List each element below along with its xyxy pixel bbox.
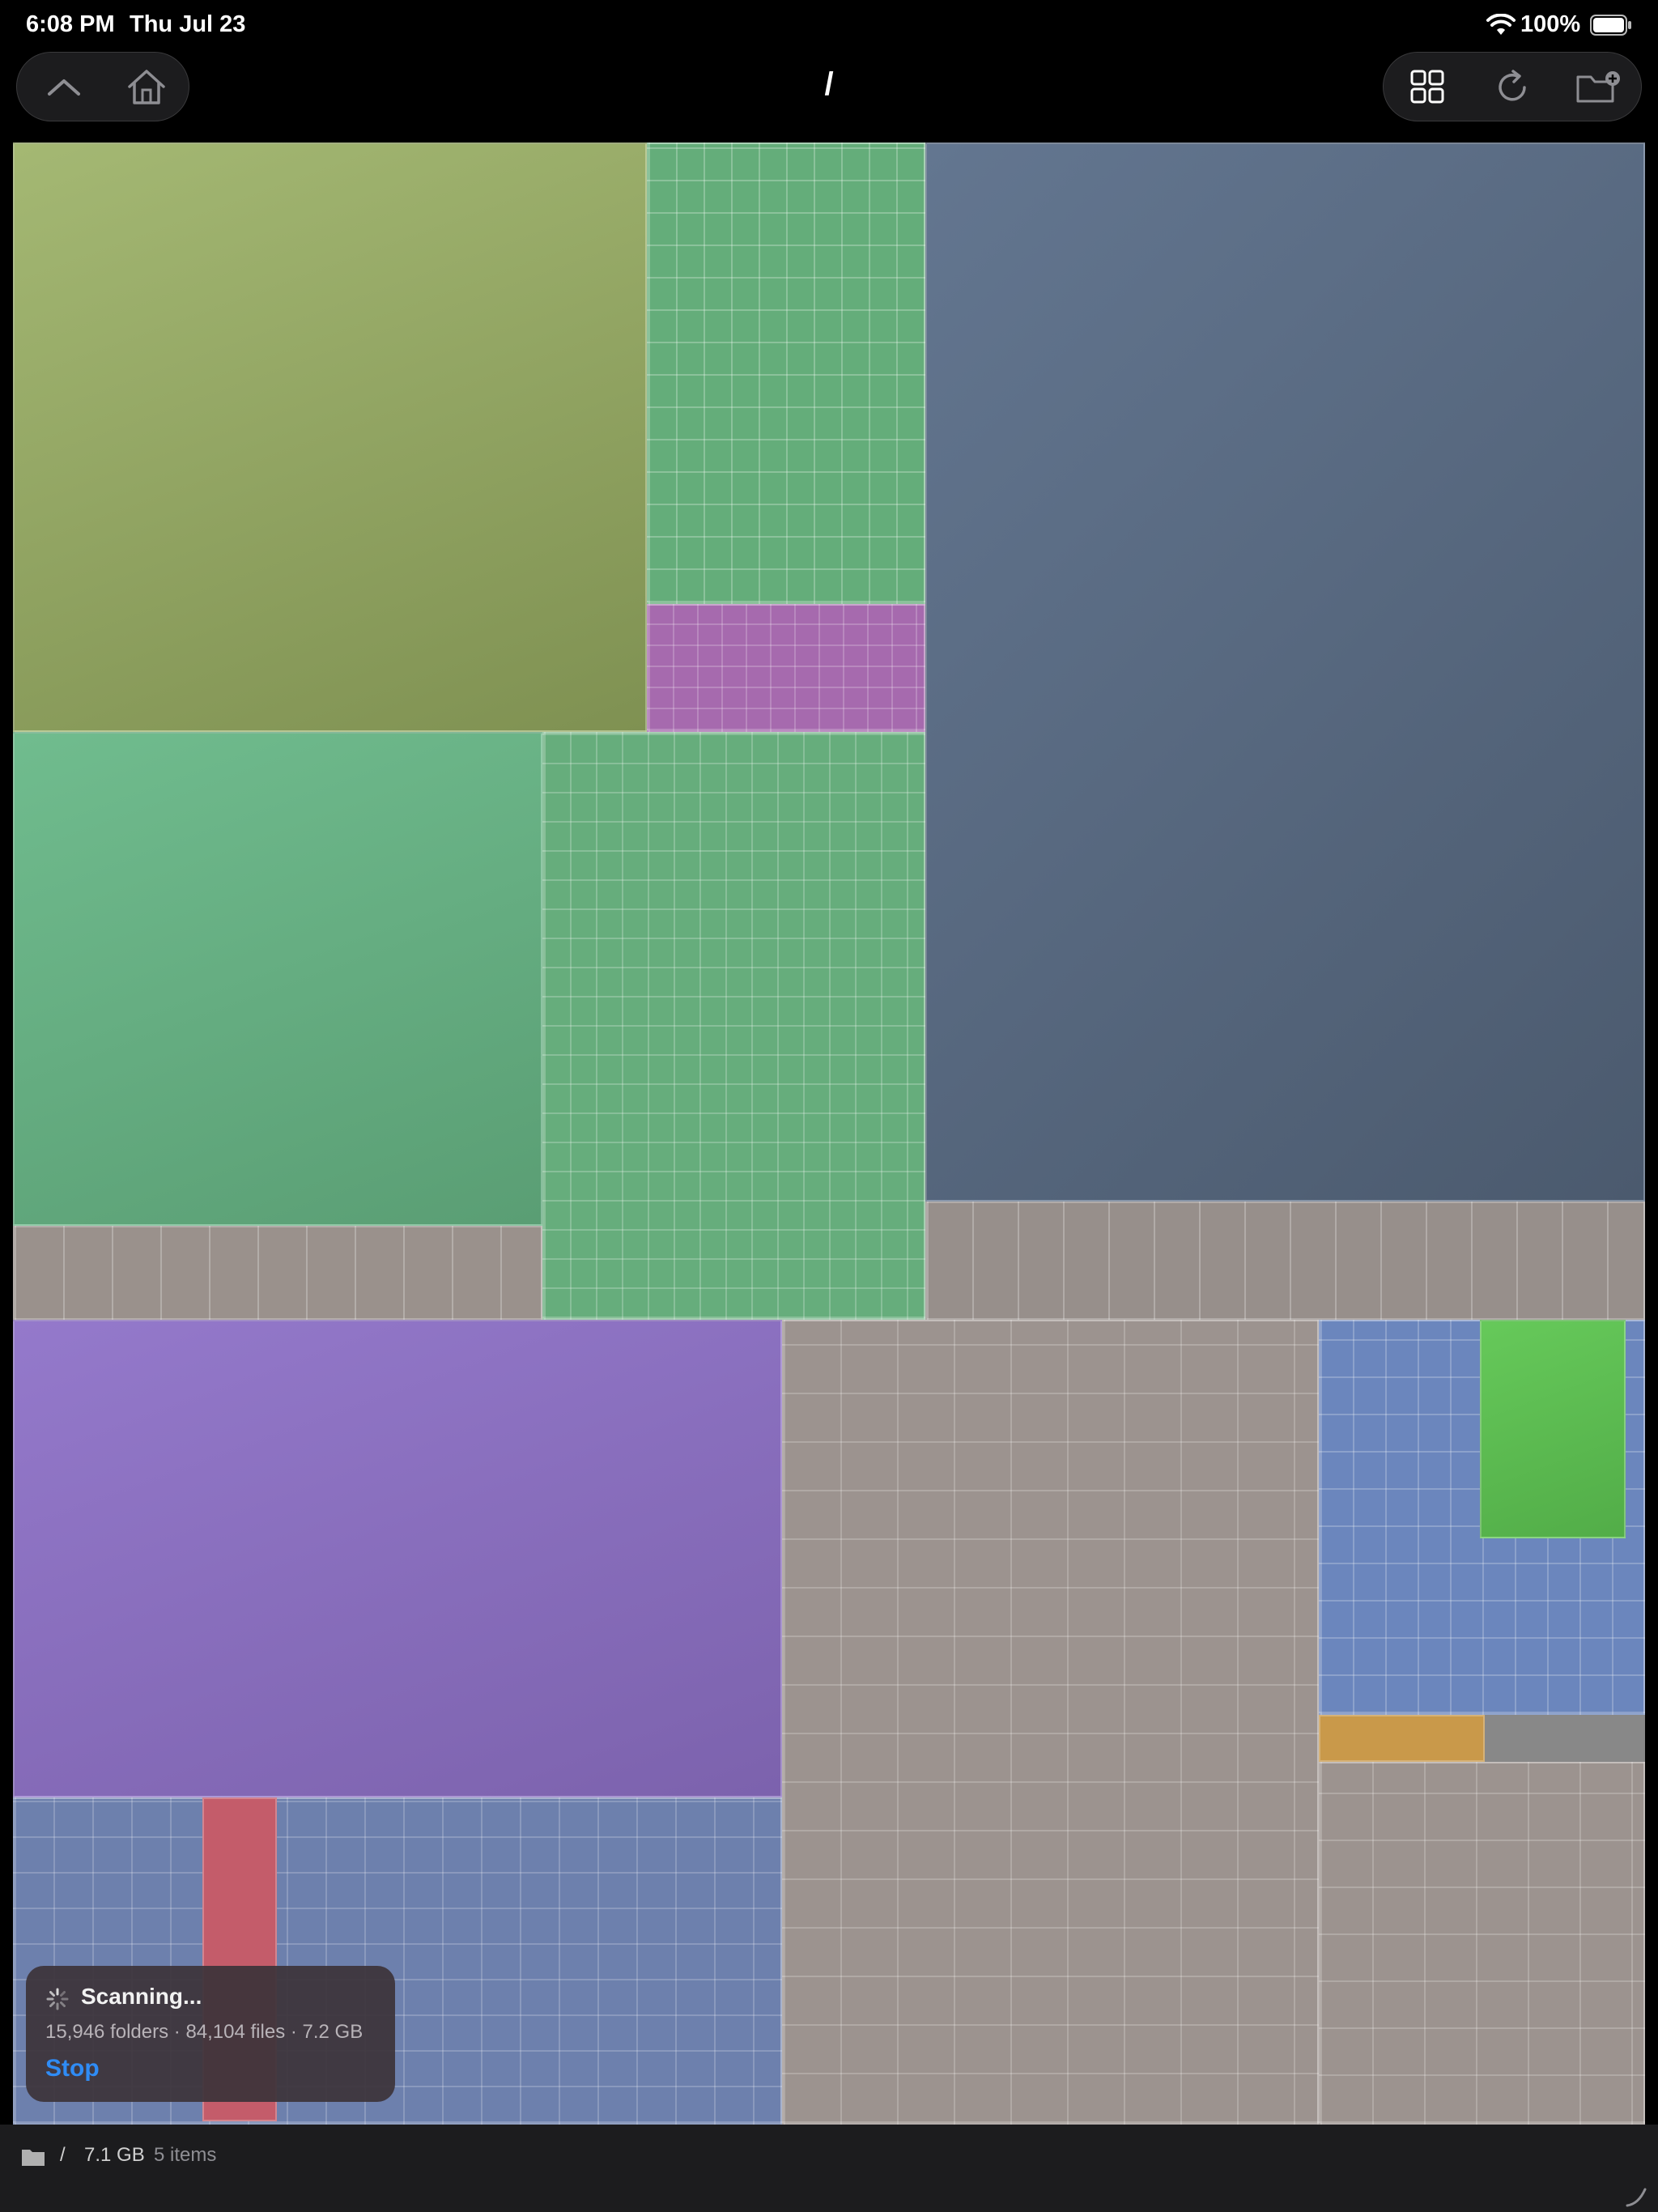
bottom-bar: / 7.1 GB 5 items [0, 2125, 1658, 2212]
treemap-block-magenta-mosaic[interactable] [647, 604, 925, 732]
treemap-block-orange[interactable] [1319, 1715, 1485, 1762]
refresh-icon [1499, 70, 1526, 101]
bottom-size: 7.1 GB [84, 2144, 145, 2166]
treemap-block-olive[interactable] [13, 143, 647, 732]
treemap-block-teal-green[interactable] [13, 732, 542, 1226]
treemap-block-green-mosaic[interactable] [647, 143, 925, 604]
grid-view-icon [1410, 70, 1444, 104]
status-time: 6:08 PM [26, 11, 115, 37]
treemap-block-gray-left[interactable] [13, 1226, 542, 1320]
actions-button-group [1383, 52, 1642, 121]
treemap-block-gray-strip[interactable] [925, 1202, 1645, 1320]
treemap-block-slate[interactable] [925, 143, 1645, 1202]
spinner-icon [46, 1988, 69, 2010]
battery-percent: 100% [1520, 11, 1581, 37]
add-folder-button[interactable] [1558, 53, 1639, 121]
treemap-block-gray-mosaic[interactable] [782, 1320, 1319, 2125]
treemap[interactable] [13, 143, 1645, 2125]
bottom-item-count: 5 items [154, 2144, 217, 2166]
grid-view-button[interactable] [1387, 53, 1468, 121]
wifi-icon [1486, 14, 1516, 35]
treemap-block-green-mosaic-2[interactable] [542, 732, 925, 1320]
refresh-button[interactable] [1473, 53, 1554, 121]
treemap-block-gray-right[interactable] [1319, 1762, 1645, 2125]
scanning-title: Scanning... [81, 1984, 202, 2009]
toolbar: / [0, 50, 1658, 139]
battery-icon [1590, 15, 1631, 36]
scanning-stats: 15,946 folders · 84,104 files · 7.2 GB [45, 2021, 363, 2043]
status-bar: 6:08 PM Thu Jul 23 100% [0, 0, 1658, 50]
add-folder-icon [1576, 71, 1620, 103]
treemap-block-bright-green[interactable] [1480, 1320, 1626, 1538]
bottom-path: / [60, 2144, 66, 2166]
scanning-panel: Scanning... 15,946 folders · 84,104 file… [26, 1966, 395, 2102]
folder-icon [22, 2150, 45, 2166]
status-date: Thu Jul 23 [130, 11, 246, 37]
resize-grabber-icon[interactable] [1624, 2183, 1648, 2207]
treemap-block-purple[interactable] [13, 1320, 782, 1797]
stop-button[interactable]: Stop [45, 2055, 100, 2082]
